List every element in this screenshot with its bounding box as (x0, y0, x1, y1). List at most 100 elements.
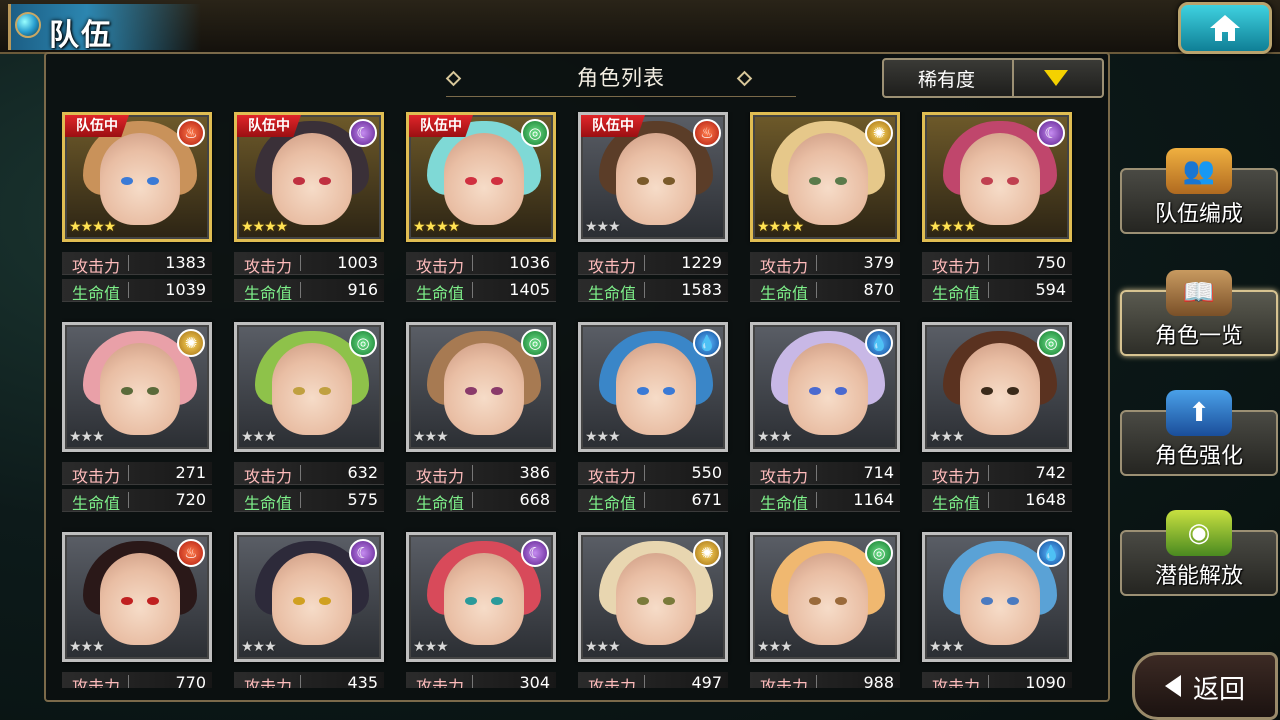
hp-stat: 生命值 1648 (922, 489, 1072, 513)
attack-stat-value: 988 (863, 673, 894, 688)
hp-stat-value: 594 (1035, 280, 1066, 299)
hp-stat: 生命值 1164 (750, 489, 900, 513)
character-card[interactable]: ☾ ★★★ 攻击力 435 (234, 532, 386, 688)
character-portrait[interactable]: ◎ ★★★ (406, 322, 556, 452)
stat-separator (644, 675, 645, 688)
attack-stat-label: 攻击力 (588, 677, 637, 688)
character-portrait[interactable]: 队伍中 ♨ ★★★★ (62, 112, 212, 242)
side-menu-button[interactable]: 📖 角色一览 (1120, 270, 1278, 356)
character-portrait[interactable]: ◎ ★★★ (750, 532, 900, 662)
hp-stat: 生命值 668 (406, 489, 556, 513)
attack-stat-value: 435 (347, 673, 378, 688)
character-portrait[interactable]: ✺ ★★★★ (750, 112, 900, 242)
gem-icon (15, 12, 41, 38)
fire-element-icon: ♨ (693, 119, 721, 147)
side-menu-button[interactable]: 👥 队伍编成 (1120, 148, 1278, 234)
attack-stat-value: 714 (863, 463, 894, 482)
side-menu-button[interactable]: ◉ 潜能解放 (1120, 510, 1278, 596)
character-card[interactable]: 队伍中 ♨ ★★★★ 攻击力 1383 生命值 1039 (62, 112, 214, 303)
stat-separator (472, 492, 473, 508)
list-header: 角色列表 (445, 58, 796, 97)
attack-stat-label: 攻击力 (416, 257, 465, 276)
water-element-icon: 💧 (693, 329, 721, 357)
character-grid: 队伍中 ♨ ★★★★ 攻击力 1383 生命值 1039 队伍中 ☾ ★★★★ 攻击力 1003 生命值… (62, 112, 1078, 688)
page-title: 队伍 (49, 18, 113, 53)
back-label: 返回 (1193, 675, 1246, 705)
character-card[interactable]: ♨ ★★★ 攻击力 770 (62, 532, 214, 688)
character-portrait[interactable]: ☾ ★★★ (406, 532, 556, 662)
hp-stat-label: 生命值 (932, 284, 981, 303)
hp-stat-label: 生命值 (760, 284, 809, 303)
character-card[interactable]: 队伍中 ☾ ★★★★ 攻击力 1003 生命值 916 (234, 112, 386, 303)
attack-stat-label: 攻击力 (244, 467, 293, 486)
character-card[interactable]: 💧 ★★★ 攻击力 550 生命值 671 (578, 322, 730, 513)
character-card[interactable]: ◎ ★★★ 攻击力 988 (750, 532, 902, 688)
hp-stat-value: 1164 (853, 490, 894, 509)
attack-stat: 攻击力 1003 (234, 252, 384, 276)
character-card[interactable]: ✺ ★★★★ 攻击力 379 生命值 870 (750, 112, 902, 303)
character-portrait[interactable]: ☾ ★★★★ (922, 112, 1072, 242)
character-portrait[interactable]: 💧 ★★★ (750, 322, 900, 452)
character-portrait[interactable]: ♨ ★★★ (62, 532, 212, 662)
attack-stat: 攻击力 550 (578, 462, 728, 486)
moon-element-icon: ☾ (349, 119, 377, 147)
character-card[interactable]: ◎ ★★★ 攻击力 742 生命值 1648 (922, 322, 1074, 513)
hp-stat-value: 1583 (681, 280, 722, 299)
rarity-stars-icon: ★★★ (241, 639, 277, 655)
character-card[interactable]: 队伍中 ♨ ★★★ 攻击力 1229 生命值 1583 (578, 112, 730, 303)
attack-stat-value: 379 (863, 253, 894, 272)
hp-stat-value: 671 (691, 490, 722, 509)
attack-stat-label: 攻击力 (760, 257, 809, 276)
wind-element-icon: ◎ (521, 329, 549, 357)
list-title: 角色列表 (577, 66, 665, 90)
stat-separator (988, 492, 989, 508)
character-portrait[interactable]: 队伍中 ♨ ★★★ (578, 112, 728, 242)
character-card[interactable]: ✺ ★★★ 攻击力 271 生命值 720 (62, 322, 214, 513)
power-up-icon: ⬆ (1166, 390, 1232, 436)
hp-stat: 生命值 720 (62, 489, 212, 513)
character-portrait[interactable]: ✺ ★★★ (578, 532, 728, 662)
side-menu-button[interactable]: ⬆ 角色强化 (1120, 390, 1278, 476)
chevron-down-icon[interactable] (1044, 70, 1068, 86)
character-portrait[interactable]: ✺ ★★★ (62, 322, 212, 452)
home-button[interactable] (1178, 2, 1272, 54)
fire-element-icon: ♨ (177, 539, 205, 567)
hp-stat: 生命值 575 (234, 489, 384, 513)
attack-stat-value: 1090 (1025, 673, 1066, 688)
character-portrait[interactable]: ◎ ★★★ (922, 322, 1072, 452)
attack-stat: 攻击力 770 (62, 672, 212, 688)
character-portrait[interactable]: 队伍中 ☾ ★★★★ (234, 112, 384, 242)
in-team-badge: 队伍中 (237, 115, 301, 137)
character-portrait[interactable]: ☾ ★★★ (234, 532, 384, 662)
character-card[interactable]: 队伍中 ◎ ★★★★ 攻击力 1036 生命值 1405 (406, 112, 558, 303)
home-icon (1210, 15, 1240, 41)
character-card[interactable]: ☾ ★★★★ 攻击力 750 生命值 594 (922, 112, 1074, 303)
character-card[interactable]: 💧 ★★★ 攻击力 714 生命值 1164 (750, 322, 902, 513)
character-portrait[interactable]: 💧 ★★★ (922, 532, 1072, 662)
stat-separator (300, 255, 301, 271)
back-button[interactable]: 返回 (1132, 652, 1278, 720)
title-plate: 队伍 (8, 4, 201, 53)
sort-dropdown[interactable]: 稀有度 (882, 58, 1104, 98)
attack-stat-label: 攻击力 (932, 677, 981, 688)
character-card[interactable]: ◎ ★★★ 攻击力 386 生命值 668 (406, 322, 558, 513)
rarity-stars-icon: ★★★ (413, 429, 449, 445)
side-menu-label: 角色强化 (1154, 444, 1243, 469)
hp-stat-label: 生命值 (72, 494, 121, 513)
character-portrait[interactable]: 队伍中 ◎ ★★★★ (406, 112, 556, 242)
character-portrait[interactable]: ◎ ★★★ (234, 322, 384, 452)
attack-stat-value: 386 (519, 463, 550, 482)
character-portrait[interactable]: 💧 ★★★ (578, 322, 728, 452)
rarity-stars-icon: ★★★ (929, 429, 965, 445)
stat-separator (816, 465, 817, 481)
character-card[interactable]: 💧 ★★★ 攻击力 1090 (922, 532, 1074, 688)
character-card[interactable]: ✺ ★★★ 攻击力 497 (578, 532, 730, 688)
rarity-stars-icon: ★★★ (241, 429, 277, 445)
hp-stat: 生命值 1405 (406, 279, 556, 303)
water-element-icon: 💧 (1037, 539, 1065, 567)
back-arrow-icon (1165, 675, 1181, 697)
character-card[interactable]: ☾ ★★★ 攻击力 304 (406, 532, 558, 688)
character-card[interactable]: ◎ ★★★ 攻击力 632 生命值 575 (234, 322, 386, 513)
attack-stat-label: 攻击力 (588, 467, 637, 486)
rarity-stars-icon: ★★★ (585, 429, 621, 445)
